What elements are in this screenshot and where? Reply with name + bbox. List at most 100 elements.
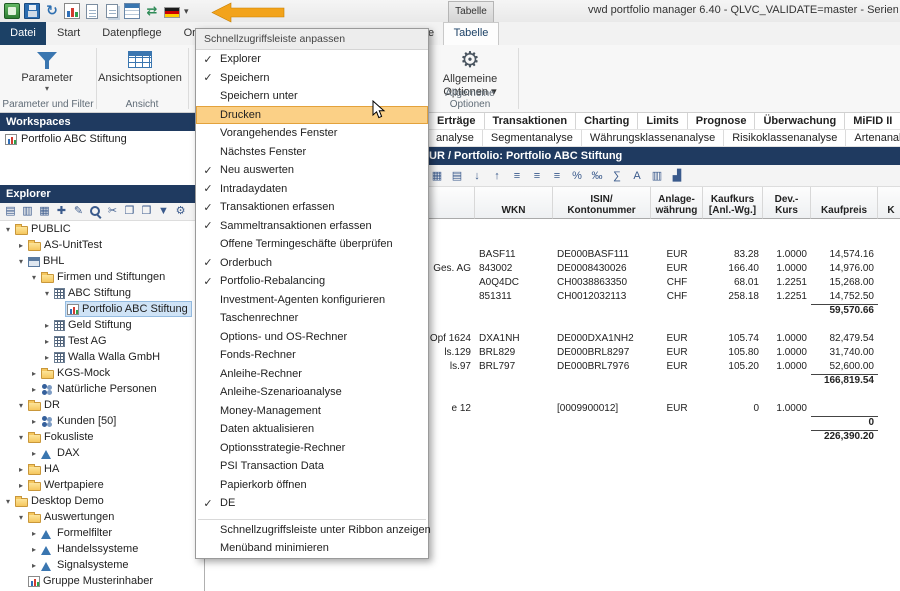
workspace-item[interactable]: Portfolio ABC Stiftung (0, 131, 204, 147)
expander-icon[interactable]: ▸ (16, 241, 26, 250)
expander-icon[interactable]: ▸ (29, 417, 39, 426)
tab-überwachung[interactable]: Überwachung (755, 113, 845, 129)
de-flag-icon[interactable] (164, 7, 180, 18)
menu-item-drucken[interactable]: Drucken (196, 106, 428, 125)
tree-item-gruppe-musterinhaber[interactable]: Gruppe Musterinhaber (0, 573, 204, 589)
menu-item-psi-transaction-data[interactable]: PSI Transaction Data (196, 457, 428, 476)
tree-item-desktop-demo[interactable]: ▾Desktop Demo (0, 493, 204, 509)
qat-customize-button[interactable]: ▾ (180, 6, 193, 17)
tab-transaktionen[interactable]: Transaktionen (485, 113, 577, 129)
menu-item-sammeltransaktionen-erfassen[interactable]: ✓Sammeltransaktionen erfassen (196, 217, 428, 236)
tree-item-kgs-mock[interactable]: ▸KGS-Mock (0, 365, 204, 381)
expander-icon[interactable]: ▾ (29, 273, 39, 282)
column-header-kaufpreis[interactable]: Kaufpreis (811, 187, 878, 219)
orderbook-icon[interactable] (124, 3, 140, 19)
ribbon-tab-datei[interactable]: Datei (0, 22, 46, 45)
menu-item-offene-termingeschäfte-überprüfen[interactable]: Offene Termingeschäfte überprüfen (196, 235, 428, 254)
menu-item-papierkorb-öffnen[interactable]: Papierkorb öffnen (196, 476, 428, 495)
tree-item-geld-stiftung[interactable]: ▸Geld Stiftung (0, 317, 204, 333)
expander-icon[interactable]: ▸ (42, 321, 52, 330)
menu-item-orderbuch[interactable]: ✓Orderbuch (196, 254, 428, 273)
ribbon-tab-tabelle[interactable]: Tabelle (443, 22, 499, 45)
menu-item-de[interactable]: ✓DE (196, 494, 428, 513)
expander-icon[interactable]: ▸ (16, 465, 26, 474)
tree-item-walla-walla-gmbh[interactable]: ▸Walla Walla GmbH (0, 349, 204, 365)
column-header-anlage-währung[interactable]: Anlage- währung (651, 187, 703, 219)
expander-icon[interactable]: ▾ (16, 513, 26, 522)
intraday-chart-icon[interactable] (64, 3, 80, 19)
subtab-risikoklassenanalyse[interactable]: Risikoklassenanalyse (724, 130, 846, 146)
ribbon-tab-datenpflege[interactable]: Datenpflege (91, 22, 172, 45)
tree-item-public[interactable]: ▾PUBLIC (0, 221, 204, 237)
tree-view-icon[interactable]: ▤ (3, 204, 18, 219)
cut-icon[interactable]: ✂ (105, 204, 120, 219)
expander-icon[interactable]: ▾ (16, 401, 26, 410)
menu-item-options-und-os-rechner[interactable]: Options- und OS-Rechner (196, 328, 428, 347)
ribbon-tab-start[interactable]: Start (46, 22, 91, 45)
search-icon[interactable] (88, 204, 103, 219)
percent-icon[interactable]: % (569, 168, 585, 184)
expander-icon[interactable]: ▸ (42, 353, 52, 362)
tree-item-firmen-und-stiftungen[interactable]: ▾Firmen und Stiftungen (0, 269, 204, 285)
menu-item-nächstes-fenster[interactable]: Nächstes Fenster (196, 143, 428, 162)
transactions-icon[interactable] (86, 4, 98, 19)
menu-item-investment-agenten-konfigurieren[interactable]: Investment-Agenten konfigurieren (196, 291, 428, 310)
subtab-analyse[interactable]: analyse (428, 130, 483, 146)
expander-icon[interactable]: ▾ (16, 257, 26, 266)
rebalancing-icon[interactable] (144, 3, 160, 19)
align-right-icon[interactable]: ≡ (549, 168, 565, 184)
copy-icon[interactable]: ❐ (122, 204, 137, 219)
expander-icon[interactable]: ▸ (29, 385, 39, 394)
menu-item-schnellzugriffsleiste-unter-ribbon-anzeigen[interactable]: Schnellzugriffsleiste unter Ribbon anzei… (196, 521, 428, 540)
tab-charting[interactable]: Charting (576, 113, 638, 129)
tree-item-ha[interactable]: ▸HA (0, 461, 204, 477)
expander-icon[interactable]: ▾ (16, 433, 26, 442)
column-header-isin-kontonummer[interactable]: ISIN/ Kontonummer (553, 187, 651, 219)
menu-item-speichern[interactable]: ✓Speichern (196, 69, 428, 88)
edit-icon[interactable]: ✎ (71, 204, 86, 219)
tree-item-dax[interactable]: ▸DAX (0, 445, 204, 461)
column-header-kaufkurs-anl-wg[interactable]: Kaufkurs [Anl.-Wg.] (703, 187, 763, 219)
new-folder-icon[interactable]: ✚ (54, 204, 69, 219)
explorer-icon[interactable] (4, 3, 20, 19)
expander-icon[interactable]: ▸ (16, 481, 26, 490)
tree-item-as-unittest[interactable]: ▸AS-UnitTest (0, 237, 204, 253)
expander-icon[interactable]: ▸ (29, 369, 39, 378)
expander-icon[interactable]: ▸ (29, 529, 39, 538)
tree-item-fokusliste[interactable]: ▾Fokusliste (0, 429, 204, 445)
menu-item-transaktionen-erfassen[interactable]: ✓Transaktionen erfassen (196, 198, 428, 217)
subtab-währungsklassenanalyse[interactable]: Währungsklassenanalyse (582, 130, 724, 146)
tree-item-wertpapiere[interactable]: ▸Wertpapiere (0, 477, 204, 493)
tree-item-auswertungen[interactable]: ▾Auswertungen (0, 509, 204, 525)
column-header-wkn[interactable]: WKN (475, 187, 553, 219)
tree-item-handelssysteme[interactable]: ▸Handelssysteme (0, 541, 204, 557)
sort-ascending-icon[interactable]: ↓ (469, 168, 485, 184)
columns-icon[interactable]: ▥ (649, 168, 665, 184)
column-header-k[interactable]: K (878, 187, 900, 219)
menu-item-anleihe-rechner[interactable]: Anleihe-Rechner (196, 365, 428, 384)
paste-icon[interactable]: ❒ (139, 204, 154, 219)
tree-item-natürliche-personen[interactable]: ▸Natürliche Personen (0, 381, 204, 397)
list-view-icon[interactable]: ▥ (20, 204, 35, 219)
filter-icon[interactable]: ▼ (156, 204, 171, 219)
menu-item-daten-aktualisieren[interactable]: Daten aktualisieren (196, 420, 428, 439)
align-center-icon[interactable]: ≡ (529, 168, 545, 184)
menu-item-neu-auswerten[interactable]: ✓Neu auswerten (196, 161, 428, 180)
menu-item-explorer[interactable]: ✓Explorer (196, 50, 428, 69)
column-header-dev-kurs[interactable]: Dev.- Kurs (763, 187, 811, 219)
expander-icon[interactable]: ▸ (29, 545, 39, 554)
settings-icon[interactable]: ⚙ (173, 204, 188, 219)
subtab-segmentanalyse[interactable]: Segmentanalyse (483, 130, 582, 146)
tree-item-kunden-50[interactable]: ▸Kunden [50] (0, 413, 204, 429)
expander-icon[interactable]: ▾ (42, 289, 52, 298)
tree-item-formelfilter[interactable]: ▸Formelfilter (0, 525, 204, 541)
freeze-pane-icon[interactable]: ▤ (449, 168, 465, 184)
collective-transactions-icon[interactable] (106, 4, 118, 18)
expander-icon[interactable]: ▾ (3, 225, 13, 234)
expander-icon[interactable]: ▾ (3, 497, 13, 506)
tree-item-dr[interactable]: ▾DR (0, 397, 204, 413)
tab-limits[interactable]: Limits (638, 113, 687, 129)
tree-item-abc-stiftung[interactable]: ▾ABC Stiftung (0, 285, 204, 301)
menu-item-vorangehendes-fenster[interactable]: Vorangehendes Fenster (196, 124, 428, 143)
menu-item-intradaydaten[interactable]: ✓Intradaydaten (196, 180, 428, 199)
